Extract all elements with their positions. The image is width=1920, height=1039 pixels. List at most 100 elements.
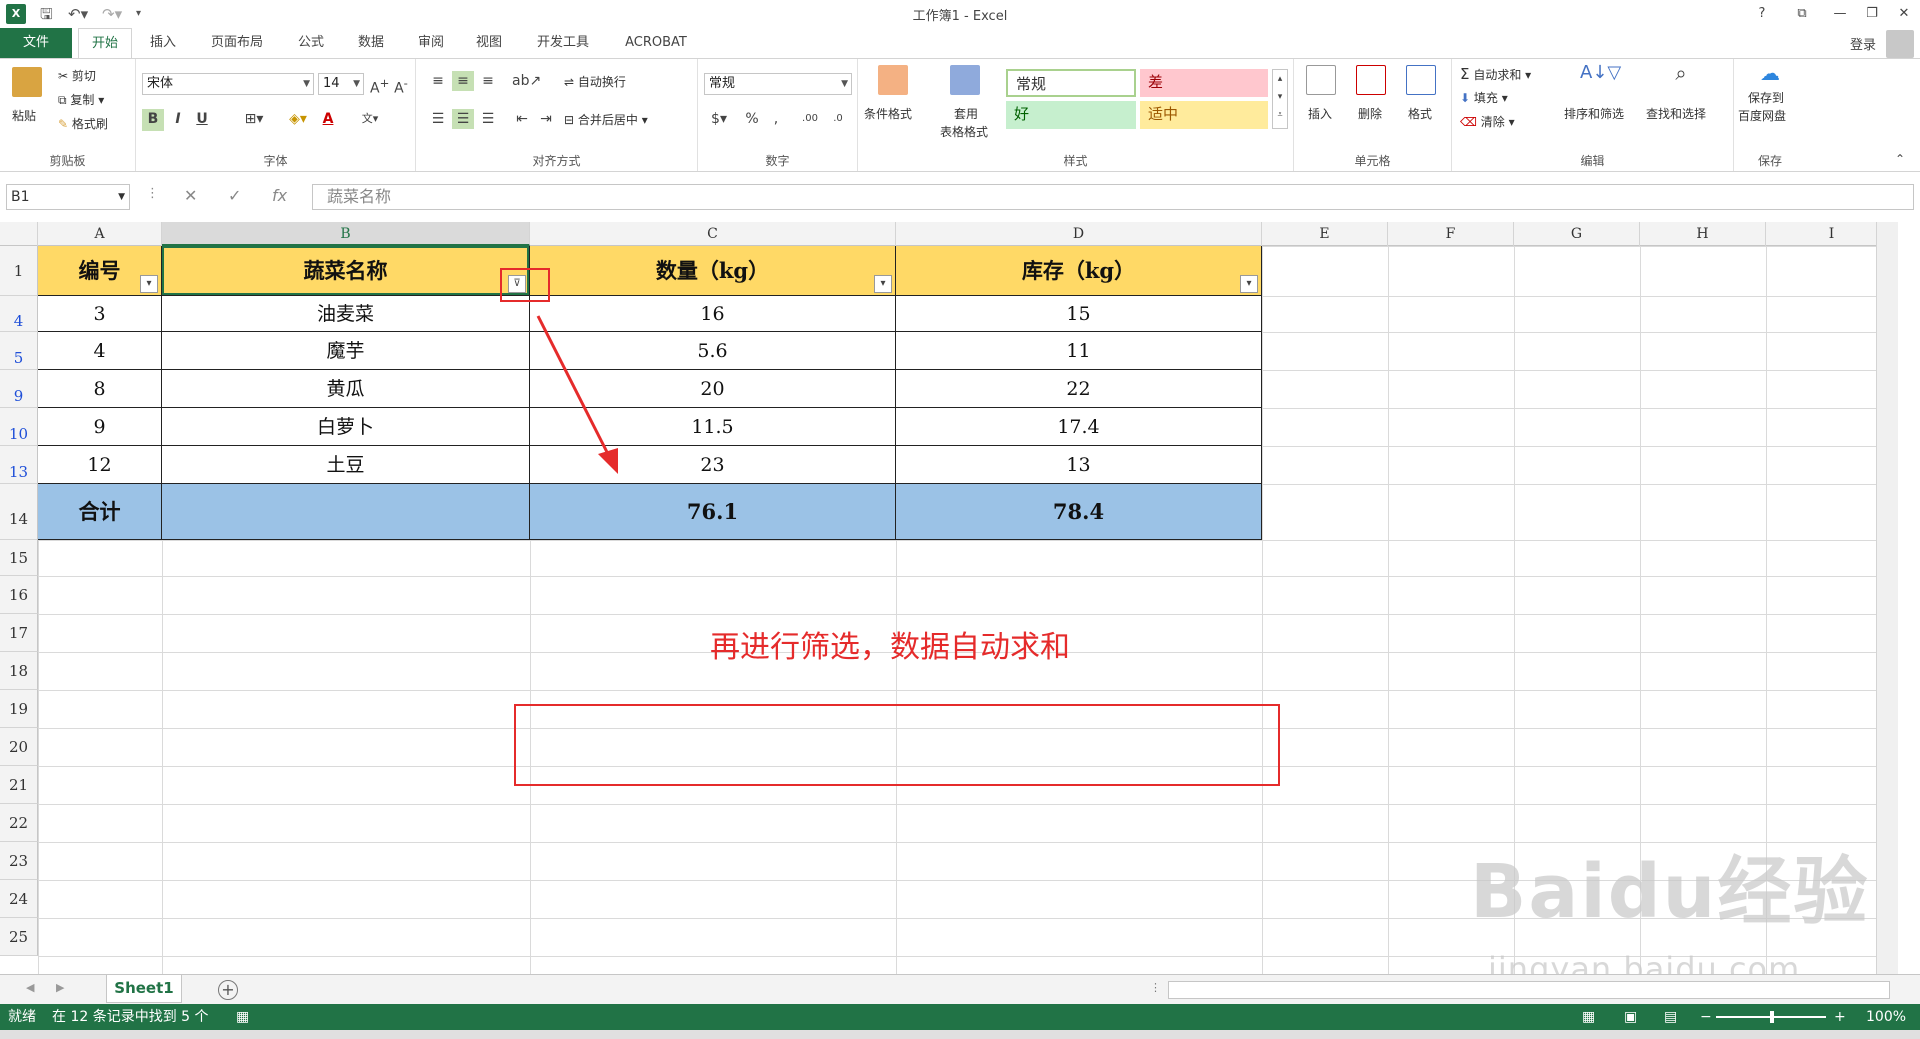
wrap-text-button[interactable]: ⇌ 自动换行 — [564, 73, 626, 90]
enter-icon[interactable]: ✓ — [228, 186, 241, 205]
formula-input[interactable]: 蔬菜名称 — [312, 184, 1914, 210]
total-cell[interactable] — [162, 484, 530, 540]
normal-view-icon[interactable]: ▦ — [1582, 1004, 1595, 1030]
avatar[interactable] — [1886, 30, 1914, 58]
column-header-c[interactable]: C — [530, 222, 896, 246]
save-to-cloud-line2[interactable]: 百度网盘 — [1738, 107, 1786, 124]
sheet-tab-sheet1[interactable]: Sheet1 — [106, 975, 182, 1003]
insert-cells-icon[interactable] — [1306, 65, 1336, 95]
tab-view[interactable]: 视图 — [466, 28, 512, 58]
filter-dropdown-icon[interactable]: ▾ — [140, 275, 158, 293]
zoom-in-icon[interactable]: + — [1834, 1004, 1846, 1030]
decrease-decimal-icon[interactable]: .0 — [826, 109, 850, 129]
row-header-10[interactable]: 10 — [0, 408, 38, 446]
table-format-button-line2[interactable]: 表格格式 — [940, 123, 988, 140]
tab-acrobat[interactable]: ACROBAT — [614, 28, 698, 58]
merge-center-button[interactable]: ⊟ 合并后居中 ▾ — [564, 111, 648, 128]
table-cell[interactable]: 22 — [896, 370, 1262, 408]
help-button[interactable]: ? — [1748, 3, 1776, 25]
table-format-button-line1[interactable]: 套用 — [954, 105, 978, 122]
table-cell[interactable]: 12 — [38, 446, 162, 484]
table-cell[interactable]: 17.4 — [896, 408, 1262, 446]
row-header-17[interactable]: 17 — [0, 614, 38, 652]
name-box[interactable]: B1 ▼ — [6, 184, 130, 210]
conditional-format-button[interactable]: 条件格式 — [864, 105, 912, 122]
header-quantity[interactable]: 数量（kg） — [530, 246, 896, 296]
save-to-cloud-line1[interactable]: 保存到 — [1748, 89, 1784, 106]
row-header-9[interactable]: 9 — [0, 370, 38, 408]
underline-button[interactable]: U — [192, 109, 212, 129]
row-header-1[interactable]: 1 — [0, 246, 38, 296]
row-header-14[interactable]: 14 — [0, 484, 38, 540]
column-header-b[interactable]: B — [162, 222, 530, 246]
table-cell[interactable]: 油麦菜 — [162, 296, 530, 332]
next-sheet-icon[interactable]: ▶ — [56, 981, 64, 994]
tab-home[interactable]: 开始 — [78, 28, 132, 59]
page-layout-view-icon[interactable]: ▣ — [1624, 1004, 1637, 1030]
autosum-button[interactable]: Σ 自动求和 ▾ — [1460, 65, 1531, 83]
row-header-23[interactable]: 23 — [0, 842, 38, 880]
style-normal[interactable]: 常规 — [1006, 69, 1136, 97]
row-header-20[interactable]: 20 — [0, 728, 38, 766]
zoom-slider-thumb[interactable] — [1770, 1011, 1774, 1023]
phonetic-icon[interactable]: 文▾ — [356, 109, 384, 129]
percent-button[interactable]: % — [742, 109, 762, 129]
paste-button[interactable]: 粘贴 — [12, 107, 36, 124]
minimize-icon[interactable]: — — [1826, 3, 1854, 25]
tab-formulas[interactable]: 公式 — [288, 28, 334, 58]
prev-sheet-icon[interactable]: ◀ — [26, 981, 34, 994]
column-header-g[interactable]: G — [1514, 222, 1640, 246]
border-icon[interactable]: ⊞▾ — [240, 109, 268, 129]
tab-page-layout[interactable]: 页面布局 — [200, 28, 274, 58]
number-format-combo[interactable]: 常规 ▼ — [704, 73, 852, 95]
insert-function-button[interactable]: fx — [272, 186, 287, 205]
paste-icon[interactable] — [12, 67, 42, 97]
increase-decimal-icon[interactable]: .00 — [798, 109, 822, 129]
cancel-icon[interactable]: ✕ — [184, 186, 197, 205]
comma-style-icon[interactable]: , — [766, 109, 786, 129]
format-cells-icon[interactable] — [1406, 65, 1436, 95]
table-cell[interactable]: 9 — [38, 408, 162, 446]
select-all-corner[interactable] — [0, 222, 38, 246]
column-header-e[interactable]: E — [1262, 222, 1388, 246]
table-cell[interactable]: 11 — [896, 332, 1262, 370]
row-header-15[interactable]: 15 — [0, 540, 38, 576]
total-cell[interactable]: 合计 — [38, 484, 162, 540]
table-cell[interactable]: 15 — [896, 296, 1262, 332]
table-cell[interactable]: 3 — [38, 296, 162, 332]
font-color-button[interactable]: A — [316, 109, 340, 129]
fill-color-icon[interactable]: ◈▾ — [284, 109, 312, 129]
binoculars-icon[interactable]: ⌕ — [1666, 63, 1696, 83]
page-break-view-icon[interactable]: ▤ — [1664, 1004, 1677, 1030]
column-header-d[interactable]: D — [896, 222, 1262, 246]
copy-button[interactable]: ⧉ 复制 ▾ — [58, 91, 104, 108]
row-header-24[interactable]: 24 — [0, 880, 38, 918]
filter-dropdown-icon[interactable]: ▾ — [874, 275, 892, 293]
column-header-f[interactable]: F — [1388, 222, 1514, 246]
cloud-icon[interactable]: ☁ — [1756, 63, 1784, 83]
login-link[interactable]: 登录 — [1850, 34, 1876, 53]
close-icon[interactable]: ✕ — [1890, 3, 1918, 25]
align-middle-icon[interactable]: ≡ — [452, 71, 474, 91]
zoom-level[interactable]: 100% — [1866, 1004, 1906, 1030]
table-cell[interactable]: 土豆 — [162, 446, 530, 484]
row-header-22[interactable]: 22 — [0, 804, 38, 842]
orientation-icon[interactable]: ab↗ — [512, 71, 541, 91]
sort-filter-button[interactable]: 排序和筛选 — [1564, 105, 1624, 122]
horizontal-scrollbar[interactable] — [1168, 981, 1890, 999]
styles-scroll-icon[interactable]: ▴ ▾ ⩡ — [1272, 69, 1288, 129]
style-bad[interactable]: 差 — [1140, 69, 1268, 97]
tab-review[interactable]: 审阅 — [408, 28, 454, 58]
decrease-indent-icon[interactable]: ⇤ — [512, 109, 532, 129]
row-header-16[interactable]: 16 — [0, 576, 38, 614]
header-stock[interactable]: 库存（kg） — [896, 246, 1262, 296]
row-header-21[interactable]: 21 — [0, 766, 38, 804]
tab-developer[interactable]: 开发工具 — [526, 28, 600, 58]
row-header-5[interactable]: 5 — [0, 332, 38, 370]
add-sheet-icon[interactable]: + — [218, 980, 238, 1000]
format-cells-button[interactable]: 格式 — [1408, 105, 1432, 122]
row-header-18[interactable]: 18 — [0, 652, 38, 690]
format-painter-button[interactable]: ✎ 格式刷 — [58, 115, 108, 132]
style-neutral[interactable]: 适中 — [1140, 101, 1268, 129]
fill-button[interactable]: ⬇ 填充 ▾ — [1460, 89, 1508, 106]
